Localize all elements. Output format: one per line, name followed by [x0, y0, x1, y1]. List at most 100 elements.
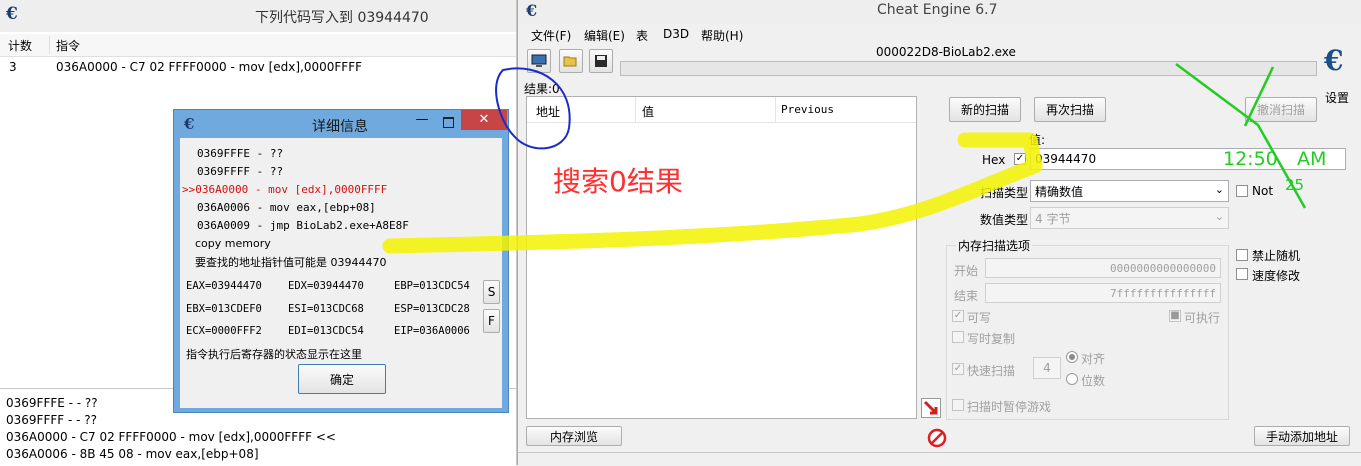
- ce-titlebar[interactable]: € Cheat Engine 6.7: [518, 0, 1361, 24]
- open-file-button[interactable]: [559, 49, 583, 73]
- results-list[interactable]: 地址 值 Previous: [526, 96, 917, 419]
- fast-scan-checkbox[interactable]: ✓: [952, 363, 964, 375]
- scan-progress-bar: [620, 61, 1317, 76]
- column-previous[interactable]: Previous: [781, 103, 834, 116]
- start-address-field[interactable]: 0000000000000000: [985, 258, 1221, 278]
- register-status-note: 指令执行后寄存器的状态显示在这里: [186, 348, 362, 361]
- stop-icon[interactable]: [927, 428, 947, 448]
- menu-help[interactable]: 帮助(H): [701, 27, 743, 44]
- next-scan-button[interactable]: 再次扫描: [1034, 97, 1106, 122]
- value-type-value: 4 字节: [1035, 211, 1071, 226]
- save-button[interactable]: [589, 49, 613, 73]
- pause-game-label: 扫描时暂停游戏: [967, 400, 1052, 414]
- process-name: 000022D8-BioLab2.exe: [876, 45, 1016, 59]
- code-writes-titlebar[interactable]: € 下列代码写入到 03944470: [0, 0, 516, 32]
- add-address-button[interactable]: 手动添加地址: [1254, 426, 1350, 446]
- close-icon[interactable]: ✕: [461, 110, 507, 130]
- executable-label: 可执行: [1184, 311, 1221, 325]
- copy-on-write-checkbox[interactable]: [952, 331, 964, 343]
- code-line: 0369FFFE - ??: [197, 147, 284, 160]
- start-label: 开始: [954, 264, 979, 278]
- clock-number-annotation: 25: [1285, 176, 1305, 194]
- column-instruction[interactable]: 指令: [56, 37, 80, 54]
- align-radio[interactable]: [1066, 351, 1078, 363]
- list-item: 0369FFFF - - ??: [6, 413, 97, 427]
- minimize-icon[interactable]: —: [410, 112, 434, 132]
- code-line-current: >>036A0000 - mov [edx],0000FFFF: [182, 183, 388, 196]
- memory-view-button[interactable]: 内存浏览: [526, 426, 622, 446]
- scan-type-label: 扫描类型: [980, 186, 1029, 200]
- register-edx[interactable]: EDX=03944470: [288, 280, 364, 292]
- undo-scan-button[interactable]: 撤消扫描: [1245, 97, 1317, 122]
- list-item: 0369FFFE - - ??: [6, 396, 98, 410]
- hex-checkbox[interactable]: ✓: [1014, 153, 1026, 165]
- code-line: 036A0006 - mov eax,[ebp+08]: [197, 201, 376, 214]
- search-result-annotation: 搜索0结果: [553, 165, 683, 198]
- menu-edit[interactable]: 编辑(E): [584, 27, 625, 44]
- settings-label[interactable]: 设置: [1325, 89, 1349, 106]
- table-row[interactable]: 3 036A0000 - C7 02 FFFF0000 - mov [edx],…: [0, 58, 516, 78]
- ce-settings-logo-icon[interactable]: €: [1324, 44, 1343, 77]
- scan-type-select[interactable]: 精确数值 ⌄: [1030, 180, 1229, 202]
- not-checkbox[interactable]: [1236, 185, 1248, 197]
- register-eip[interactable]: EIP=036A0006: [394, 325, 470, 337]
- chevron-down-icon: ⌄: [1214, 183, 1224, 196]
- disable-random-checkbox[interactable]: [1236, 249, 1248, 261]
- new-scan-button[interactable]: 新的扫描: [949, 97, 1021, 122]
- maximize-icon[interactable]: [436, 112, 460, 132]
- column-value[interactable]: 值: [642, 103, 654, 120]
- register-edi[interactable]: EDI=013CDC54: [288, 325, 364, 337]
- ok-button[interactable]: 确定: [298, 364, 386, 394]
- red-arrow-icon[interactable]: [921, 398, 941, 418]
- list-item: 036A0006 - 8B 45 08 - mov eax,[ebp+08]: [6, 447, 259, 461]
- pointer-note: 要查找的地址指针值可能是 03944470: [195, 256, 387, 269]
- speed-hack-label: 速度修改: [1252, 269, 1301, 283]
- speed-hack-checkbox[interactable]: [1236, 268, 1248, 280]
- folder-open-icon: [563, 56, 577, 67]
- register-eax[interactable]: EAX=03944470: [186, 280, 262, 292]
- writable-label: 可写: [967, 311, 992, 325]
- copy-memory-link[interactable]: copy memory: [195, 237, 271, 250]
- stop-address-field[interactable]: 7fffffffffffffff: [985, 283, 1221, 303]
- select-process-button[interactable]: [527, 49, 551, 73]
- hex-label: Hex: [982, 153, 1006, 167]
- ce-logo-icon: €: [526, 1, 538, 20]
- register-ecx[interactable]: ECX=0000FFF2: [186, 325, 262, 337]
- chevron-down-icon: ⌄: [1214, 210, 1224, 223]
- executable-checkbox[interactable]: ■: [1169, 310, 1181, 322]
- cheat-engine-window: € Cheat Engine 6.7 文件(F) 编辑(E) 表 D3D 帮助(…: [517, 0, 1361, 465]
- floppy-disk-icon: [595, 55, 607, 67]
- register-esi[interactable]: ESI=013CDC68: [288, 303, 364, 315]
- s-button[interactable]: S: [483, 280, 500, 304]
- stop-label: 结束: [954, 289, 979, 303]
- menu-bar: 文件(F) 编辑(E) 表 D3D 帮助(H): [518, 24, 1361, 44]
- writable-checkbox[interactable]: ✓: [952, 310, 964, 322]
- code-writes-title: 下列代码写入到 03944470: [255, 10, 429, 26]
- pause-game-checkbox[interactable]: [952, 399, 964, 411]
- menu-file[interactable]: 文件(F): [531, 27, 571, 44]
- last-digits-radio[interactable]: [1066, 373, 1078, 385]
- register-ebp[interactable]: EBP=013CDC54: [394, 280, 470, 292]
- register-esp[interactable]: ESP=013CDC28: [394, 303, 470, 315]
- detail-titlebar[interactable]: € 详细信息 — ✕: [174, 110, 508, 138]
- column-divider: [635, 97, 636, 122]
- bottom-divider: [518, 452, 1361, 453]
- results-header: 地址 值 Previous: [527, 97, 916, 123]
- not-label: Not: [1252, 184, 1274, 198]
- fast-scan-input[interactable]: 4: [1033, 357, 1061, 379]
- row-count: 3: [9, 60, 17, 74]
- copy-on-write-label: 写时复制: [967, 332, 1016, 346]
- register-ebx[interactable]: EBX=013CDEF0: [186, 303, 262, 315]
- menu-d3d[interactable]: D3D: [663, 27, 689, 41]
- column-count[interactable]: 计数: [8, 37, 32, 54]
- column-divider: [49, 36, 50, 54]
- list-item: 036A0000 - C7 02 FFFF0000 - mov [edx],00…: [6, 430, 336, 444]
- code-writes-list-header: 计数 指令: [0, 34, 516, 57]
- value-type-select[interactable]: 4 字节 ⌄: [1030, 207, 1229, 229]
- menu-table[interactable]: 表: [636, 27, 648, 44]
- disable-random-label: 禁止随机: [1252, 249, 1301, 263]
- column-address[interactable]: 地址: [536, 103, 560, 120]
- results-count: 结果:0: [524, 82, 560, 96]
- value-label: 值:: [1029, 133, 1046, 147]
- f-button[interactable]: F: [483, 309, 500, 333]
